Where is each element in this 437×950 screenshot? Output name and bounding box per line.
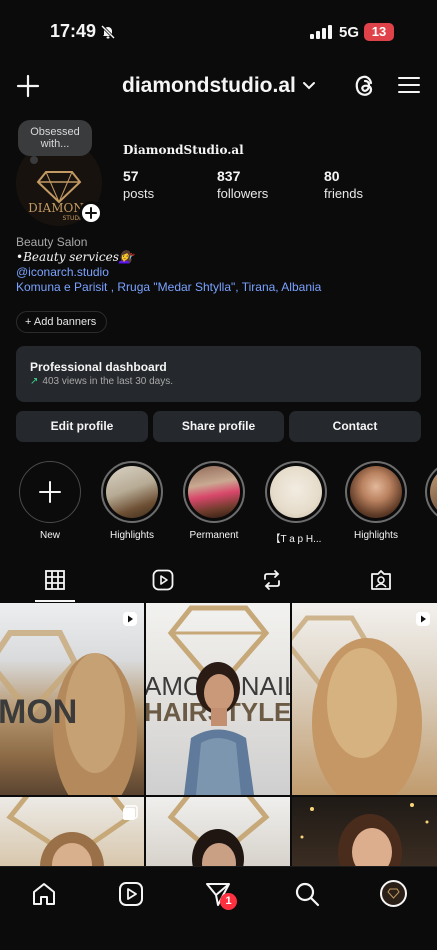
highlight-item[interactable]: Highlights — [99, 461, 165, 541]
highlight-ring — [425, 461, 437, 523]
highlight-item[interactable]: 【T a p H... — [263, 461, 329, 545]
chevron-down-icon[interactable] — [302, 81, 316, 91]
notification-badge: 1 — [220, 893, 237, 910]
profile-bio: Beauty Salon •Beauty services💇‍♀️ @icona… — [16, 235, 321, 295]
friends-label: friends — [324, 186, 364, 201]
active-tab-indicator — [35, 600, 75, 602]
highlight-ring — [183, 461, 245, 523]
post-image — [167, 797, 270, 866]
carousel-icon — [123, 805, 138, 820]
tab-posts[interactable] — [0, 560, 110, 602]
new-highlight-circle — [19, 461, 81, 523]
edit-profile-button[interactable]: Edit profile — [16, 411, 148, 442]
followers-stat[interactable]: 837 followers — [217, 168, 268, 201]
add-story-button[interactable] — [79, 201, 103, 225]
post-image: AMONDNAILS HAIRSTYLE — [146, 605, 290, 795]
hamburger-menu-icon[interactable] — [398, 75, 420, 95]
bell-slash-icon — [100, 24, 116, 40]
diamond-logo-icon — [387, 888, 400, 899]
post-image — [300, 803, 429, 866]
dashboard-title: Professional dashboard — [30, 360, 167, 374]
svg-text:MON: MON — [0, 693, 77, 731]
grid-icon — [45, 570, 65, 590]
highlight-label: 【T a p H... — [270, 534, 322, 545]
highlight-label: Highlights — [110, 530, 154, 541]
reel-badge-icon — [416, 612, 430, 626]
note-bubble-tail — [30, 156, 38, 164]
friends-count: 80 — [324, 168, 340, 184]
posts-label: posts — [123, 186, 155, 201]
trend-up-icon: ↗ — [30, 376, 39, 387]
highlight-item-partial[interactable] — [425, 461, 437, 523]
highlight-new[interactable]: New — [17, 461, 83, 541]
grid-post[interactable]: MON — [0, 603, 144, 795]
repost-icon — [264, 570, 280, 590]
reel-badge-icon — [123, 612, 137, 626]
status-time: 17:49 — [50, 21, 97, 41]
display-name: DiamondStudio.al — [123, 143, 244, 157]
highlight-ring — [345, 461, 407, 523]
tab-reposts[interactable] — [218, 560, 328, 602]
highlight-thumbnail — [270, 466, 322, 518]
top-nav: diamondstudio.al — [0, 64, 437, 108]
highlight-thumbnail — [430, 466, 437, 518]
highlight-label: Permanent — [189, 530, 239, 541]
post-image: MON — [0, 630, 137, 795]
highlight-item[interactable]: Permanent — [181, 461, 247, 541]
professional-dashboard[interactable]: Professional dashboard ↗ 403 views in the… — [16, 346, 421, 402]
posts-stat[interactable]: 57 posts — [123, 168, 154, 201]
create-plus-icon[interactable] — [16, 74, 40, 98]
highlight-thumbnail — [350, 466, 402, 518]
highlight-label: Highlights — [354, 530, 398, 541]
profile-nav-avatar[interactable] — [380, 880, 407, 907]
plus-icon — [85, 207, 97, 219]
home-icon[interactable] — [31, 881, 57, 907]
note-text: Obsessed with... — [30, 126, 80, 150]
posts-count: 57 — [123, 168, 139, 184]
followers-label: followers — [217, 186, 269, 201]
highlight-label: New — [39, 530, 60, 541]
add-banners-button[interactable]: + Add banners — [16, 311, 108, 333]
threads-icon[interactable] — [352, 73, 378, 99]
search-icon[interactable] — [294, 881, 320, 907]
share-profile-button[interactable]: Share profile — [153, 411, 284, 442]
plus-icon — [39, 481, 61, 503]
bio-link[interactable]: @iconarch.studio — [16, 265, 321, 280]
reels-icon[interactable] — [118, 881, 144, 907]
grid-post[interactable] — [292, 603, 437, 795]
post-image — [292, 615, 422, 795]
profile-tabs — [0, 560, 437, 602]
highlight-item[interactable]: Highlights — [343, 461, 409, 541]
signal-icon — [310, 25, 332, 39]
note-bubble[interactable]: Obsessed with... — [18, 120, 92, 156]
highlight-ring — [265, 461, 327, 523]
battery-indicator: 13 — [364, 23, 394, 41]
dashboard-subtitle: ↗ 403 views in the last 30 days. — [30, 376, 173, 387]
grid-post[interactable] — [146, 797, 290, 866]
status-bar: 17:49 5G 13 — [0, 0, 437, 60]
contact-button[interactable]: Contact — [289, 411, 421, 442]
highlight-thumbnail — [188, 466, 240, 518]
friends-stat[interactable]: 80 friends — [324, 168, 363, 201]
reels-icon — [152, 569, 174, 591]
bottom-nav: 1 — [0, 866, 437, 950]
bio-address[interactable]: Komuna e Parisit , Rruga "Medar Shtylla"… — [16, 280, 321, 295]
tagged-icon — [371, 570, 391, 590]
grid-post[interactable] — [0, 797, 144, 866]
svg-text:DIAMON: DIAMON — [28, 201, 84, 215]
highlight-thumbnail — [106, 466, 158, 518]
grid-post[interactable] — [292, 797, 437, 866]
followers-count: 837 — [217, 168, 241, 184]
network-type: 5G — [339, 24, 360, 41]
tab-reels[interactable] — [109, 560, 219, 602]
account-username[interactable]: diamondstudio.al — [122, 74, 296, 98]
grid-post[interactable]: AMONDNAILS HAIRSTYLE — [146, 603, 290, 795]
bio-services: •Beauty services💇‍♀️ — [16, 250, 134, 264]
dashboard-views: 403 views in the last 30 days. — [42, 376, 174, 387]
bio-category: Beauty Salon — [16, 235, 88, 249]
highlight-ring — [101, 461, 163, 523]
tab-tagged[interactable] — [327, 560, 437, 602]
